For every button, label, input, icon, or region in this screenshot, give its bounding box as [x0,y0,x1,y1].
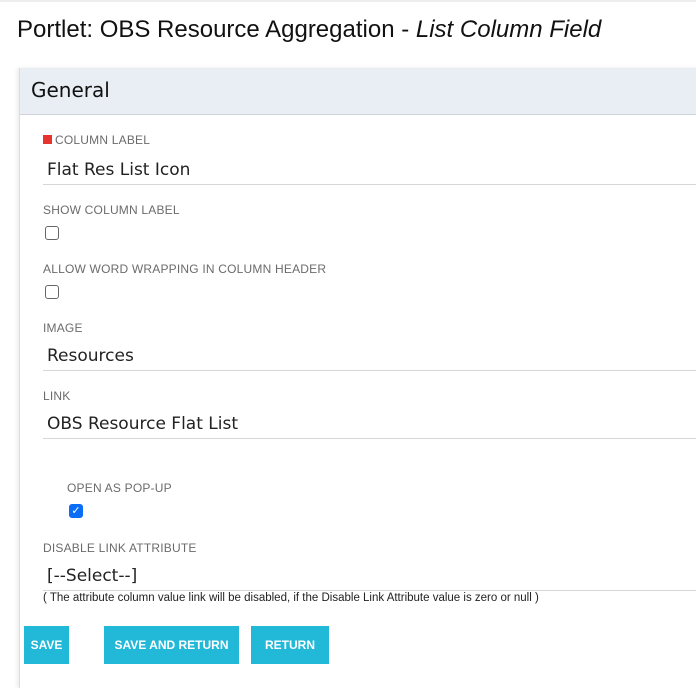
image-select[interactable]: Resources [43,341,696,371]
title-italic: List Column Field [415,16,602,43]
section-header: General [20,68,696,115]
required-icon [43,135,52,144]
title-prefix: Portlet: OBS Resource Aggregation - [17,16,416,43]
allow-wrap-label: ALLOW WORD WRAPPING IN COLUMN HEADER [43,262,327,276]
show-column-label-checkbox[interactable] [45,226,59,240]
top-divider [0,0,696,2]
disable-link-select[interactable]: [--Select--] [43,561,696,591]
check-icon: ✓ [71,504,81,517]
page-title: Portlet: OBS Resource Aggregation - List… [17,16,601,44]
link-select[interactable]: OBS Resource Flat List [43,409,696,439]
column-label-text: COLUMN LABEL [55,133,151,147]
link-label: LINK [43,389,71,403]
return-button[interactable]: RETURN [251,626,329,664]
open-popup-label: OPEN AS POP-UP [67,481,172,495]
allow-wrap-checkbox[interactable] [45,285,59,299]
column-label-input[interactable]: Flat Res List Icon [43,155,696,185]
disable-link-note: ( The attribute column value link will b… [43,592,539,604]
open-popup-checkbox[interactable]: ✓ [69,504,83,518]
disable-link-label: DISABLE LINK ATTRIBUTE [43,541,197,555]
column-label-label: COLUMN LABEL [43,133,150,147]
image-label: IMAGE [43,321,83,335]
save-button[interactable]: SAVE [24,626,69,664]
save-and-return-button[interactable]: SAVE AND RETURN [104,626,239,664]
show-column-label-label: SHOW COLUMN LABEL [43,203,180,217]
